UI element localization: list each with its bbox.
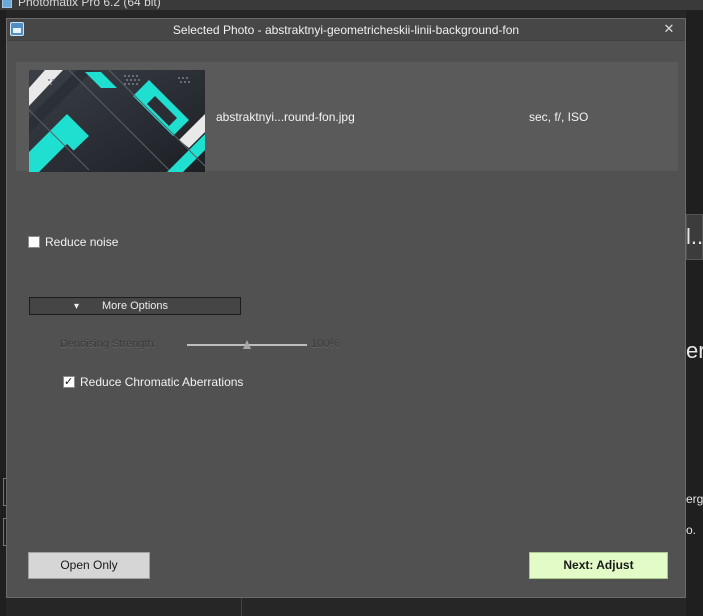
background-text-fragment: l... (686, 224, 703, 249)
dialog-titlebar[interactable]: Selected Photo - abstraktnyi-geometriche… (7, 19, 685, 41)
photo-info-panel: abstraktnyi...round-fon.jpg sec, f/, ISO (16, 62, 678, 172)
photo-exif-info: sec, f/, ISO (529, 110, 589, 124)
selected-photo-dialog: Selected Photo - abstraktnyi-geometriche… (6, 18, 686, 598)
denoising-strength-value: 100% (311, 338, 340, 350)
reduce-chromatic-aberrations-checkbox[interactable]: Reduce Chromatic Aberrations (63, 375, 243, 389)
more-options-label: More Options (102, 300, 169, 312)
photo-thumbnail (29, 70, 205, 172)
background-app-title: Photomatix Pro 6.2 (64 bit) (18, 0, 161, 9)
reduce-noise-checkbox-box[interactable] (28, 236, 40, 248)
next-adjust-button[interactable]: Next: Adjust (529, 552, 668, 579)
open-only-button[interactable]: Open Only (28, 552, 150, 579)
background-divider (241, 598, 242, 616)
thumbnail-image (29, 70, 205, 172)
chevron-down-icon: ▾ (74, 301, 80, 312)
background-titlebar: Photomatix Pro 6.2 (64 bit) (0, 0, 703, 10)
reduce-noise-checkbox[interactable]: Reduce noise (28, 235, 118, 249)
background-text-fragment: o. (686, 523, 697, 537)
slider-thumb[interactable] (243, 340, 251, 349)
chromatic-label: Reduce Chromatic Aberrations (80, 375, 244, 389)
more-options-toggle[interactable]: ▾ More Options (29, 297, 241, 315)
photo-filename: abstraktnyi...round-fon.jpg (216, 110, 355, 124)
denoising-strength-label: Denoising Strength: (60, 338, 157, 350)
denoising-strength-slider[interactable] (187, 340, 307, 349)
background-text-fragment: erg (686, 492, 703, 506)
chromatic-checkbox-box[interactable] (63, 375, 75, 388)
background-text-fragment: er (686, 338, 703, 363)
close-icon[interactable]: ✕ (661, 21, 677, 37)
reduce-noise-label: Reduce noise (45, 235, 119, 249)
app-icon (2, 0, 12, 8)
dialog-title: Selected Photo - abstraktnyi-geometriche… (172, 23, 520, 37)
